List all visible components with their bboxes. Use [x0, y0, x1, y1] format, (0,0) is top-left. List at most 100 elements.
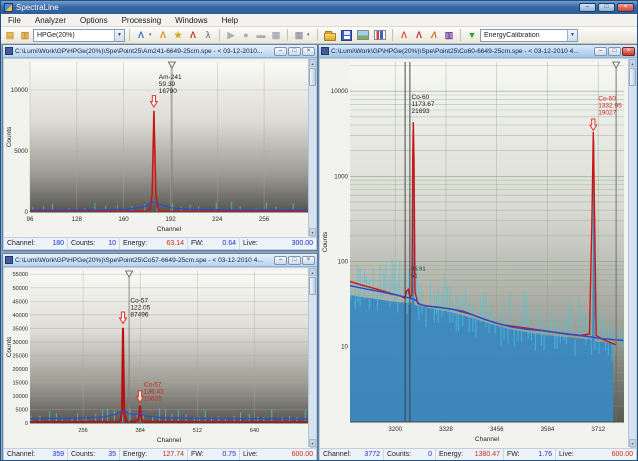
menu-processing[interactable]: Processing — [115, 14, 169, 26]
peak-strip-icon[interactable]: Λ — [156, 28, 170, 43]
window-title: C:\Lumi\Work\GP\HPGe(20%)\Spe\Point25\Co… — [15, 257, 272, 264]
calibration-select-value: EnergyCalibration — [484, 32, 567, 39]
close-button[interactable]: × — [302, 47, 315, 56]
scroll-down-icon[interactable]: ▾ — [629, 439, 636, 447]
scroll-up-icon[interactable]: ▴ — [309, 268, 316, 276]
spectrum-chart-co60[interactable]: Co-601173.6721693Co-601332.951902736.915… — [320, 59, 630, 450]
scroll-up-icon[interactable]: ▴ — [629, 59, 636, 67]
spectrum-chart-am241[interactable]: Am-24159.3916790961281601922242560500010… — [4, 59, 310, 239]
calibration-select[interactable]: EnergyCalibration ▼ — [480, 29, 578, 42]
counts-value: 10 — [108, 240, 116, 247]
copy-chart-icon[interactable] — [374, 30, 386, 40]
live-label: Live: — [559, 451, 574, 458]
vertical-scrollbar[interactable]: ▴ ▾ — [628, 59, 636, 447]
toolbar-separator — [317, 29, 318, 41]
toolbar: ▤ ▥ HPGe(20%) ▼ Λ ▾ Λ ★ Λ λ ▶ ● ▬ ▦ ▦ ▾ … — [1, 27, 637, 44]
peak-search-icon[interactable]: Λ — [134, 28, 148, 43]
toolbar-separator — [392, 29, 393, 41]
live-value: 600.00 — [292, 451, 313, 458]
svg-text:15000: 15000 — [12, 380, 28, 386]
window-titlebar[interactable]: C:\Lumi\Work\GP\HPGe(20%)\Spe\Point25\Am… — [3, 45, 317, 58]
toolbar-separator — [129, 29, 130, 41]
svg-text:Channel: Channel — [157, 437, 182, 444]
vertical-scrollbar[interactable]: ▴ ▾ — [308, 268, 316, 447]
spectrum-window-co57: C:\Lumi\Work\GP\HPGe(20%)\Spe\Point25\Co… — [2, 253, 318, 461]
detector-select[interactable]: HPGe(20%) ▼ — [33, 29, 125, 42]
maximize-button[interactable]: □ — [288, 256, 301, 265]
peak-marked-icon[interactable]: Λ — [412, 28, 426, 43]
scroll-down-icon[interactable]: ▾ — [309, 439, 316, 447]
svg-text:30000: 30000 — [12, 340, 28, 346]
isotope-id-icon[interactable]: λ — [201, 28, 215, 43]
app-titlebar[interactable]: SpectraLine – □ × — [1, 1, 637, 14]
svg-text:20000: 20000 — [12, 367, 28, 373]
fw-label: FW: — [191, 451, 204, 458]
svg-text:160: 160 — [118, 216, 129, 223]
svg-text:3200: 3200 — [388, 426, 402, 433]
menu-file[interactable]: File — [1, 14, 28, 26]
chevron-down-icon[interactable]: ▾ — [307, 32, 313, 38]
close-button[interactable]: × — [622, 47, 635, 56]
chevron-down-icon[interactable]: ▼ — [114, 30, 124, 41]
counts-value: 0 — [428, 451, 432, 458]
minimize-button[interactable]: – — [579, 3, 596, 12]
spectraline-app: SpectraLine – □ × File Analyzer Options … — [0, 0, 638, 461]
svg-text:3584: 3584 — [541, 426, 555, 433]
window-titlebar[interactable]: C:\Lumi\Work\GP\HPGe(20%)\Spe\Point25\Co… — [319, 45, 637, 58]
app-icon — [4, 3, 13, 12]
fw-value: 0.75 — [222, 451, 236, 458]
detector-list-icon[interactable]: ▥ — [18, 28, 32, 43]
scrollbar-thumb[interactable] — [309, 68, 316, 86]
channel-value: 3772 — [364, 451, 380, 458]
menu-analyzer[interactable]: Analyzer — [28, 14, 73, 26]
scrollbar-thumb[interactable] — [629, 68, 636, 86]
menu-help[interactable]: Help — [215, 14, 245, 26]
record-icon[interactable]: ● — [239, 28, 253, 43]
toolbar-separator — [287, 29, 288, 41]
spectrum-file-icon — [5, 256, 13, 264]
maximize-button[interactable]: □ — [288, 47, 301, 56]
spectrum-chart-co57[interactable]: Co-57122.0587496Co-57136.431062525638451… — [4, 268, 310, 450]
minimize-button[interactable]: – — [274, 47, 287, 56]
peak-red-icon[interactable]: Λ — [397, 28, 411, 43]
peak-slant-icon[interactable]: Λ — [427, 28, 441, 43]
menu-options[interactable]: Options — [73, 14, 115, 26]
svg-text:Co-57136.4310625: Co-57136.4310625 — [144, 382, 164, 403]
vertical-scrollbar[interactable]: ▴ ▾ — [308, 59, 316, 236]
stop-grid-icon[interactable]: ▦ — [269, 28, 283, 43]
live-label: Live: — [243, 451, 258, 458]
svg-text:45000: 45000 — [12, 299, 28, 305]
cascade-windows-icon[interactable]: ▤ — [3, 28, 17, 43]
mdi-workspace: C:\Lumi\Work\GP\HPGe(20%)\Spe\Point25\Am… — [1, 44, 637, 460]
toolbar-separator — [219, 29, 220, 41]
menu-windows[interactable]: Windows — [168, 14, 214, 26]
minimize-button[interactable]: – — [594, 47, 607, 56]
save-icon[interactable] — [341, 30, 352, 41]
counts-label: Counts: — [71, 240, 95, 247]
close-button[interactable]: × — [617, 3, 634, 12]
minimize-button[interactable]: – — [274, 256, 287, 265]
chevron-down-icon[interactable]: ▼ — [567, 30, 577, 41]
window-titlebar[interactable]: C:\Lumi\Work\GP\HPGe(20%)\Spe\Point25\Co… — [3, 254, 317, 267]
close-button[interactable]: × — [302, 256, 315, 265]
export-image-icon[interactable] — [357, 30, 369, 40]
report-window-icon[interactable]: ▥ — [442, 28, 456, 43]
scrollbar-thumb[interactable] — [309, 277, 316, 295]
energy-value: 1380.47 — [475, 451, 500, 458]
grid-options-icon[interactable]: ▦ — [292, 28, 306, 43]
pause-icon[interactable]: ▬ — [254, 28, 268, 43]
channel-label: Channel: — [323, 451, 351, 458]
chevron-down-icon[interactable]: ▾ — [149, 32, 155, 38]
toolbar-separator — [460, 29, 461, 41]
svg-text:0: 0 — [25, 209, 29, 216]
maximize-button[interactable]: □ — [608, 47, 621, 56]
start-acquisition-icon[interactable]: ▶ — [224, 28, 238, 43]
maximize-button[interactable]: □ — [598, 3, 615, 12]
scroll-up-icon[interactable]: ▴ — [309, 59, 316, 67]
calibration-flask-icon[interactable]: ▼ — [465, 28, 479, 43]
svg-text:384: 384 — [136, 428, 145, 434]
peak-flag-icon[interactable]: Λ — [186, 28, 200, 43]
scroll-down-icon[interactable]: ▾ — [309, 228, 316, 236]
peak-star-icon[interactable]: ★ — [171, 28, 185, 43]
open-folder-icon[interactable] — [324, 33, 336, 41]
